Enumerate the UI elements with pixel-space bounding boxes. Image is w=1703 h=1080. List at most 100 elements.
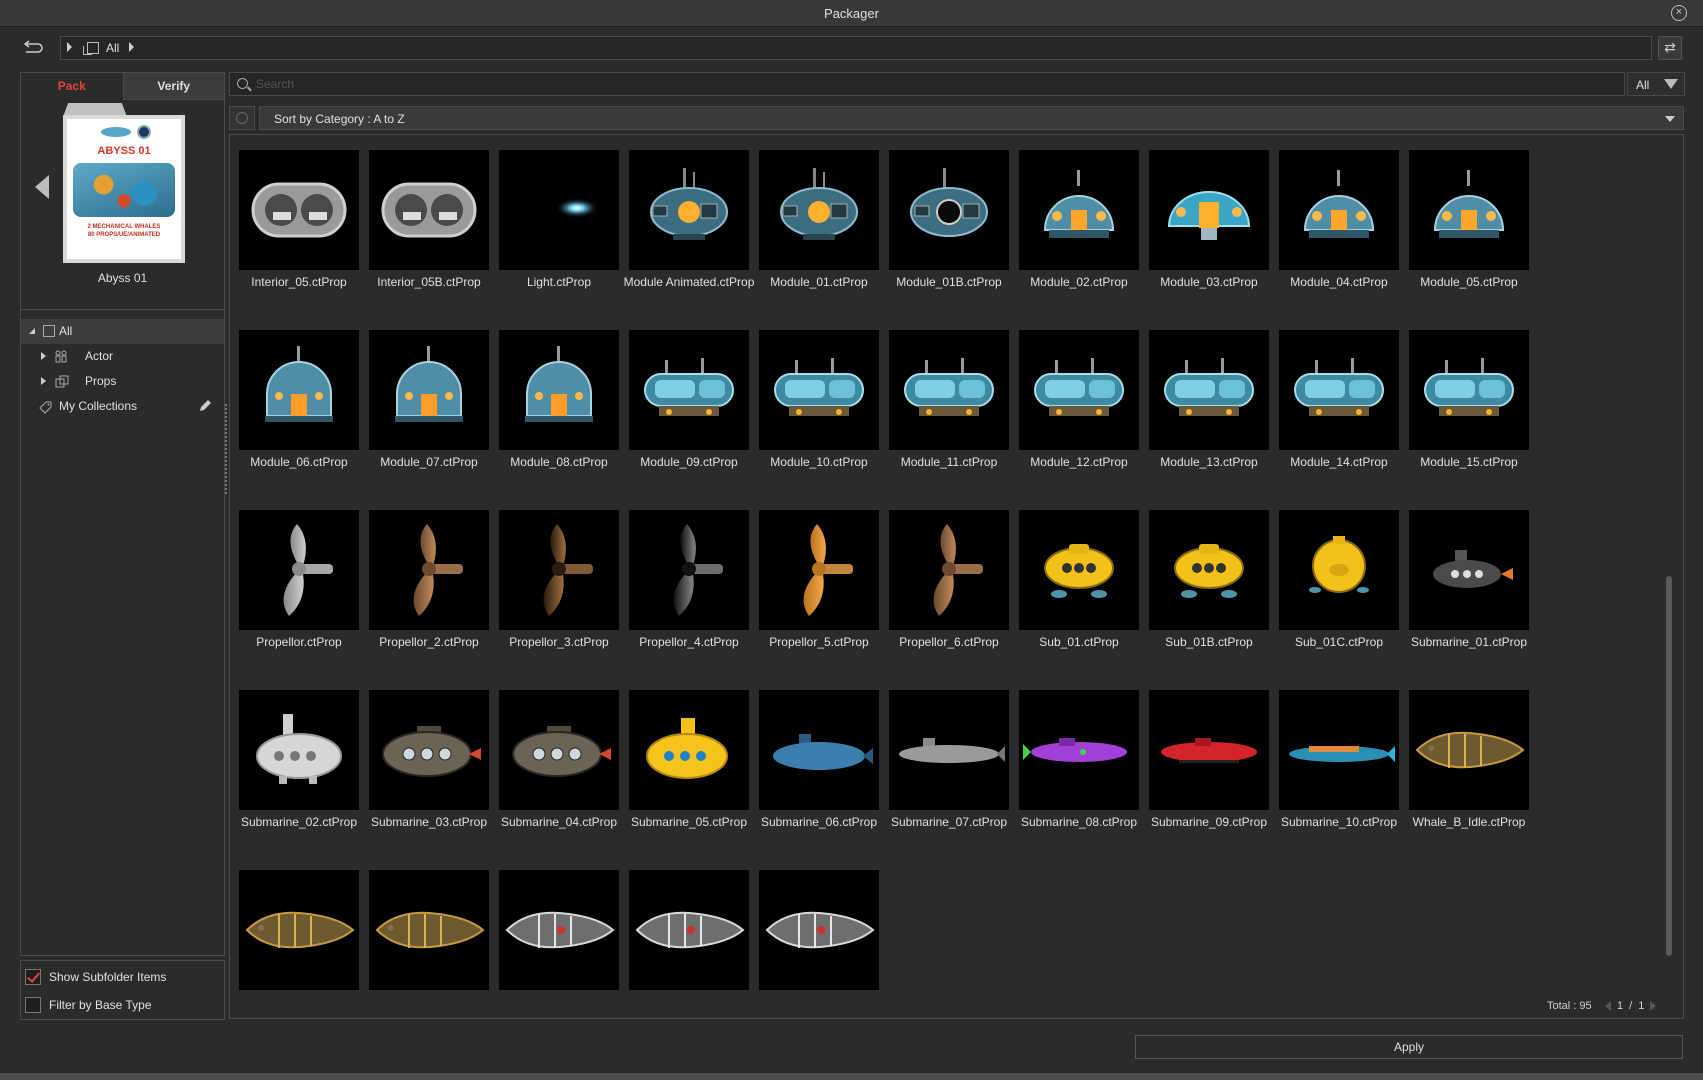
asset-thumbnail[interactable] — [499, 870, 619, 990]
asset-thumbnail[interactable] — [759, 330, 879, 450]
vertical-scrollbar[interactable] — [1666, 576, 1672, 956]
asset-thumbnail[interactable] — [629, 870, 749, 990]
asset-thumbnail[interactable] — [239, 870, 359, 990]
sort-toggle-button[interactable] — [229, 106, 255, 130]
tree-item-my-collections[interactable]: My Collections — [21, 394, 224, 419]
asset-item[interactable]: Sub_01B.ctProp — [1149, 510, 1269, 649]
asset-item[interactable]: Module_02.ctProp — [1019, 150, 1139, 289]
tree-item-actor[interactable]: Actor — [21, 344, 224, 369]
asset-thumbnail[interactable] — [369, 690, 489, 810]
asset-item[interactable]: Submarine_08.ctProp — [1019, 690, 1139, 829]
asset-thumbnail[interactable] — [239, 150, 359, 270]
collapse-icon[interactable] — [29, 328, 35, 334]
asset-thumbnail[interactable] — [1149, 510, 1269, 630]
asset-item[interactable]: Module_12.ctProp — [1019, 330, 1139, 469]
asset-item[interactable]: Module_01B.ctProp — [889, 150, 1009, 289]
asset-item[interactable]: Module_04.ctProp — [1279, 150, 1399, 289]
asset-thumbnail[interactable] — [499, 510, 619, 630]
asset-item[interactable]: Submarine_03.ctProp — [369, 690, 489, 829]
expand-icon[interactable] — [41, 352, 46, 360]
asset-thumbnail[interactable] — [1019, 330, 1139, 450]
asset-thumbnail[interactable] — [889, 690, 1009, 810]
asset-thumbnail[interactable] — [629, 150, 749, 270]
asset-item[interactable] — [499, 870, 619, 990]
asset-item[interactable]: Propellor_2.ctProp — [369, 510, 489, 649]
asset-thumbnail[interactable] — [1019, 690, 1139, 810]
previous-page-icon[interactable] — [1605, 1001, 1611, 1011]
asset-item[interactable]: Submarine_10.ctProp — [1279, 690, 1399, 829]
asset-item[interactable]: Module_11.ctProp — [889, 330, 1009, 469]
asset-thumbnail[interactable] — [369, 510, 489, 630]
asset-thumbnail[interactable] — [889, 150, 1009, 270]
asset-thumbnail[interactable] — [1019, 510, 1139, 630]
filter-base-checkbox[interactable] — [25, 997, 41, 1013]
asset-thumbnail[interactable] — [1279, 690, 1399, 810]
next-page-icon[interactable] — [1650, 1001, 1657, 1011]
path-bar[interactable]: All — [60, 36, 1652, 60]
asset-thumbnail[interactable] — [369, 330, 489, 450]
asset-thumbnail[interactable] — [1409, 690, 1529, 810]
asset-thumbnail[interactable] — [889, 330, 1009, 450]
asset-item[interactable]: Submarine_05.ctProp — [629, 690, 749, 829]
search-input[interactable] — [256, 75, 1556, 93]
tree-item-props[interactable]: Props — [21, 369, 224, 394]
asset-item[interactable] — [759, 870, 879, 990]
path-next-icon[interactable] — [129, 42, 134, 52]
asset-item[interactable]: Sub_01.ctProp — [1019, 510, 1139, 649]
swap-icon[interactable]: ⇄ — [1658, 36, 1682, 60]
asset-thumbnail[interactable] — [629, 330, 749, 450]
previous-pack-icon[interactable] — [35, 175, 49, 199]
asset-item[interactable]: Submarine_02.ctProp — [239, 690, 359, 829]
tab-verify[interactable]: Verify — [122, 73, 224, 100]
asset-item[interactable]: Propellor_6.ctProp — [889, 510, 1009, 649]
asset-thumbnail[interactable] — [1279, 510, 1399, 630]
asset-item[interactable]: Propellor.ctProp — [239, 510, 359, 649]
asset-thumbnail[interactable] — [1279, 150, 1399, 270]
back-icon[interactable] — [20, 38, 44, 58]
asset-item[interactable]: Module_10.ctProp — [759, 330, 879, 469]
asset-thumbnail[interactable] — [759, 510, 879, 630]
pencil-icon[interactable] — [197, 398, 213, 414]
tab-pack[interactable]: Pack — [21, 73, 123, 100]
asset-thumbnail[interactable] — [629, 510, 749, 630]
asset-item[interactable]: Submarine_04.ctProp — [499, 690, 619, 829]
asset-thumbnail[interactable] — [499, 150, 619, 270]
asset-thumbnail[interactable] — [499, 330, 619, 450]
asset-thumbnail[interactable] — [1149, 330, 1269, 450]
asset-thumbnail[interactable] — [759, 150, 879, 270]
asset-thumbnail[interactable] — [239, 330, 359, 450]
asset-item[interactable]: Module_06.ctProp — [239, 330, 359, 469]
path-expand-icon[interactable] — [67, 42, 72, 52]
apply-button[interactable]: Apply — [1135, 1035, 1683, 1059]
asset-thumbnail[interactable] — [629, 690, 749, 810]
asset-item[interactable]: Propellor_4.ctProp — [629, 510, 749, 649]
asset-item[interactable]: Whale_B_Idle.ctProp — [1409, 690, 1529, 829]
sort-dropdown[interactable]: Sort by Category : A to Z — [259, 106, 1684, 130]
asset-item[interactable]: Module_15.ctProp — [1409, 330, 1529, 469]
asset-item[interactable]: Propellor_3.ctProp — [499, 510, 619, 649]
asset-item[interactable]: Submarine_06.ctProp — [759, 690, 879, 829]
asset-thumbnail[interactable] — [369, 870, 489, 990]
asset-item[interactable]: Light.ctProp — [499, 150, 619, 289]
asset-thumbnail[interactable] — [1409, 510, 1529, 630]
asset-item[interactable]: Module_13.ctProp — [1149, 330, 1269, 469]
asset-thumbnail[interactable] — [759, 690, 879, 810]
expand-icon[interactable] — [41, 377, 46, 385]
asset-item[interactable]: Submarine_01.ctProp — [1409, 510, 1529, 649]
show-subfolder-checkbox[interactable] — [25, 969, 41, 985]
asset-thumbnail[interactable] — [369, 150, 489, 270]
asset-thumbnail[interactable] — [499, 690, 619, 810]
asset-thumbnail[interactable] — [1149, 150, 1269, 270]
asset-thumbnail[interactable] — [1409, 150, 1529, 270]
asset-item[interactable]: Module_05.ctProp — [1409, 150, 1529, 289]
asset-thumbnail[interactable] — [1019, 150, 1139, 270]
filter-icon[interactable] — [1664, 79, 1678, 89]
asset-item[interactable]: Interior_05B.ctProp — [369, 150, 489, 289]
filter-base-option[interactable]: Filter by Base Type — [25, 995, 152, 1015]
asset-item[interactable]: Module_07.ctProp — [369, 330, 489, 469]
asset-thumbnail[interactable] — [1279, 330, 1399, 450]
asset-thumbnail[interactable] — [1149, 690, 1269, 810]
asset-thumbnail[interactable] — [889, 510, 1009, 630]
asset-thumbnail[interactable] — [759, 870, 879, 990]
asset-item[interactable] — [369, 870, 489, 990]
